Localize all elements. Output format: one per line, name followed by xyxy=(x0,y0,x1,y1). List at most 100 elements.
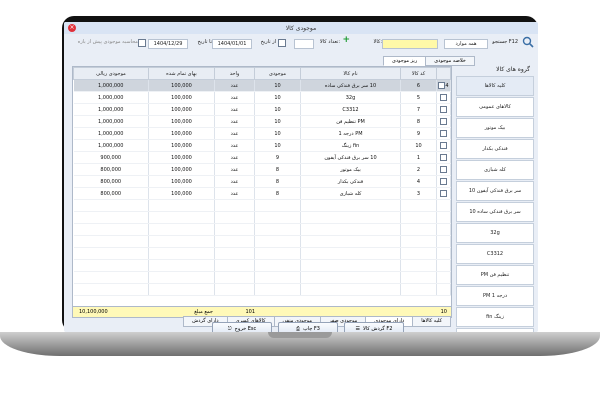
cell-select[interactable] xyxy=(436,163,451,176)
cell-select[interactable] xyxy=(436,91,451,104)
header-select[interactable] xyxy=(436,67,451,80)
empty-cell xyxy=(400,247,437,260)
cell-code: 1 xyxy=(400,151,437,164)
cell-amount: 1,000,000 xyxy=(73,103,149,116)
count-input[interactable] xyxy=(294,39,314,49)
goods-input[interactable] xyxy=(382,39,438,49)
search-icon[interactable] xyxy=(522,36,534,48)
group-item[interactable]: fin زینگ xyxy=(456,307,534,327)
tab-all-goods[interactable]: کلیه کالاها xyxy=(412,316,451,327)
cell-amount: 1,000,000 xyxy=(73,139,149,152)
cell-select[interactable] xyxy=(436,115,451,128)
empty-cell xyxy=(300,283,401,296)
cell-select[interactable] xyxy=(436,103,451,116)
group-item[interactable]: 10 سر برق فندکی ساده xyxy=(456,202,534,222)
tab-detail[interactable]: ریز موجودی xyxy=(383,56,427,66)
cell-select[interactable] xyxy=(436,139,451,152)
cell-amount: 800,000 xyxy=(73,175,149,188)
header-name[interactable]: نام کالا xyxy=(300,67,401,80)
from-date-checkbox[interactable] xyxy=(278,39,286,47)
laptop-notch xyxy=(268,332,332,338)
group-item[interactable]: PM درجه 1 xyxy=(456,286,534,306)
table-row[interactable]: 9 PM درجه 1 10 عدد 100,000 1,000,000 xyxy=(73,127,451,140)
header-cost[interactable]: بهای تمام شده xyxy=(148,67,215,80)
row-checkbox[interactable] xyxy=(440,94,447,101)
table-row[interactable]: 5 32g 10 عدد 100,000 1,000,000 xyxy=(73,91,451,104)
group-item[interactable]: کله شبازی xyxy=(456,160,534,180)
app-window: × موجودی کالا جستجو F12 همه موارد کالا: … xyxy=(64,22,538,332)
group-item[interactable]: بیک موتور xyxy=(456,118,534,138)
header-qty[interactable]: موجودی xyxy=(254,67,301,80)
cell-code: 3 xyxy=(400,187,437,200)
table-row[interactable]: 4 فندکی بکدار 8 عدد 100,000 800,000 xyxy=(73,175,451,188)
header-code[interactable]: کد کالا xyxy=(400,67,437,80)
footer-sum-label: جمع مبلغ xyxy=(194,309,213,315)
group-item[interactable]: PM تنظیم فن xyxy=(456,265,534,285)
cell-select[interactable] xyxy=(436,151,451,164)
table-row[interactable]: 7 C3312 10 عدد 100,000 1,000,000 xyxy=(73,103,451,116)
cell-code: 6 xyxy=(400,79,437,92)
add-icon[interactable]: + xyxy=(342,35,350,45)
row-checkbox[interactable] xyxy=(440,106,447,113)
cell-select[interactable]: 4 xyxy=(436,79,451,92)
header-amount[interactable]: موجودی ریالی xyxy=(73,67,149,80)
empty-cell xyxy=(214,247,255,260)
before-range-checkbox[interactable] xyxy=(138,39,146,47)
empty-cell xyxy=(400,199,437,212)
cell-name: PM تنظیم فن xyxy=(300,115,401,128)
group-item[interactable]: کلیه کالاها xyxy=(456,76,534,96)
cell-select[interactable] xyxy=(436,175,451,188)
row-checkbox[interactable] xyxy=(440,130,447,137)
row-checkbox[interactable] xyxy=(440,190,447,197)
table-row[interactable]: 8 PM تنظیم فن 10 عدد 100,000 1,000,000 xyxy=(73,115,451,128)
empty-cell xyxy=(254,211,301,224)
cell-qty: 10 xyxy=(254,139,301,152)
group-item[interactable]: 32g xyxy=(456,223,534,243)
empty-cell xyxy=(300,259,401,272)
cell-name: بیک موتور xyxy=(300,163,401,176)
table-row[interactable]: 2 بیک موتور 8 عدد 100,000 800,000 xyxy=(73,163,451,176)
from-date-input[interactable]: 1404/01/01 xyxy=(212,39,252,49)
empty-cell xyxy=(400,235,437,248)
exit-button[interactable]: ⎋ خروج Esc xyxy=(212,322,272,332)
laptop-base xyxy=(0,332,600,356)
empty-cell xyxy=(436,247,451,260)
empty-cell xyxy=(148,199,215,212)
row-checkbox[interactable] xyxy=(440,142,447,149)
group-item[interactable]: کالاهای عمومی xyxy=(456,97,534,117)
row-checkbox[interactable] xyxy=(440,166,447,173)
cell-name: C3312 xyxy=(300,103,401,116)
empty-cell xyxy=(214,259,255,272)
cell-qty: 10 xyxy=(254,103,301,116)
row-checkbox[interactable] xyxy=(440,154,447,161)
empty-cell xyxy=(214,211,255,224)
row-checkbox[interactable] xyxy=(440,118,447,125)
close-icon[interactable]: × xyxy=(68,24,76,32)
empty-cell xyxy=(148,211,215,224)
cell-cost: 100,000 xyxy=(148,127,215,140)
table-row[interactable]: 4 6 10 سر برق فندکی ساده 10 عدد 100,000 1,000,… xyxy=(73,79,451,92)
empty-row xyxy=(73,271,451,284)
row-checkbox[interactable] xyxy=(440,178,447,185)
toolbar: جستجو F12 همه موارد کالا: + تعداد کالا: … xyxy=(64,35,538,52)
group-item[interactable]: C3312 xyxy=(456,244,534,264)
print-button[interactable]: ⎙ چاپ F3 xyxy=(278,322,338,332)
turnover-button[interactable]: ☰ گردش کالا F2 xyxy=(344,322,404,332)
group-item[interactable]: 10 سر برق فندکی آیفون xyxy=(456,181,534,201)
cell-select[interactable] xyxy=(436,187,451,200)
search-mode-select[interactable]: همه موارد xyxy=(444,39,488,49)
empty-row xyxy=(73,235,451,248)
table-row[interactable]: 3 کله شبازی 8 عدد 100,000 800,000 xyxy=(73,187,451,200)
empty-cell xyxy=(300,247,401,260)
group-item[interactable]: فندکی بکدار xyxy=(456,139,534,159)
cell-select[interactable] xyxy=(436,127,451,140)
to-date-input[interactable]: 1404/12/29 xyxy=(148,39,188,49)
table-row[interactable]: 10 fin زینگ 10 عدد 100,000 1,000,000 xyxy=(73,139,451,152)
to-date-label: تا تاریخ xyxy=(197,39,212,45)
empty-cell xyxy=(73,235,149,248)
tab-summary[interactable]: خلاصه موجودی xyxy=(425,56,475,66)
empty-cell xyxy=(254,283,301,296)
header-unit[interactable]: واحد xyxy=(214,67,255,80)
empty-cell xyxy=(436,283,451,296)
table-row[interactable]: 1 10 سر برق فندکی آیفون 9 عدد 100,000 900,000 xyxy=(73,151,451,164)
